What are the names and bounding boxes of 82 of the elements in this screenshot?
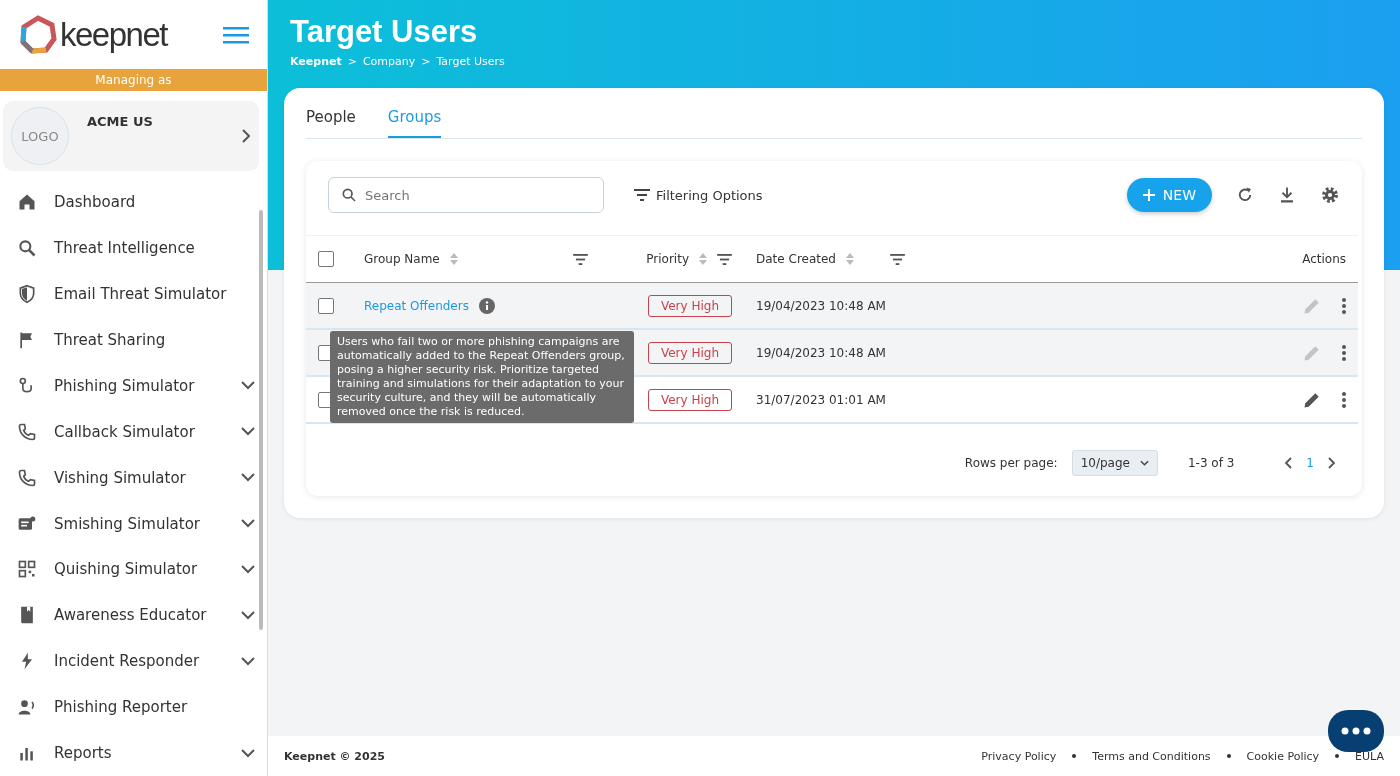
chevron-down-icon	[241, 473, 255, 483]
nav-item[interactable]: Threat Intelligence	[0, 225, 255, 272]
priority-badge: Very High	[647, 294, 732, 317]
nav-item[interactable]: Phishing Reporter	[0, 684, 255, 731]
chevron-down-icon	[241, 610, 255, 620]
column-header[interactable]: Date Created	[756, 252, 836, 266]
column-header[interactable]: Priority	[646, 252, 689, 266]
chevron-down-icon	[241, 656, 255, 666]
column-header[interactable]: Group Name	[364, 252, 440, 266]
tooltip: Users who fail two or more phishing campaigns are automatically added to the Repeat Offenders group, posing a higher security risk. Prioritize targeted training and simulations for their adaptation to your security culture, and they will be automatically removed once the risk is reduced.	[330, 331, 634, 423]
person-icon	[17, 697, 37, 718]
more-icon[interactable]	[1342, 344, 1346, 361]
info-icon[interactable]	[478, 297, 495, 314]
search-field[interactable]: Search	[328, 177, 604, 213]
nav-item[interactable]: Smishing Simulator	[0, 500, 255, 547]
refresh-icon[interactable]	[1236, 186, 1254, 204]
nav-item[interactable]: Callback Simulator	[0, 408, 255, 455]
more-icon[interactable]	[1342, 297, 1346, 314]
managing-banner: Managing as	[0, 69, 267, 92]
row-checkbox[interactable]	[318, 297, 334, 314]
nav-item[interactable]: Phishing Simulator	[0, 363, 255, 409]
footer-link[interactable]: Privacy Policy	[981, 749, 1057, 763]
scrollbar[interactable]	[259, 210, 263, 630]
ellipsis-icon	[1341, 727, 1371, 735]
previous-page-icon[interactable]	[1284, 457, 1293, 469]
phone-icon	[17, 421, 37, 442]
filter-icon[interactable]	[573, 253, 588, 265]
qr-code-icon	[17, 559, 37, 580]
footer-link[interactable]: Terms and Conditions	[1092, 749, 1211, 763]
chevron-down-icon	[241, 519, 255, 529]
magnifier-icon	[17, 238, 37, 259]
nav-item[interactable]: Threat Sharing	[0, 317, 255, 363]
chevron-down-icon	[241, 381, 255, 391]
next-page-icon[interactable]	[1328, 457, 1336, 469]
account-name: ACME US	[87, 113, 154, 129]
breadcrumb-separator: >	[421, 55, 431, 68]
page-size-select[interactable]: 10/page	[1071, 450, 1158, 476]
table-cell: 31/07/2023 01:01 AM	[756, 392, 886, 407]
table-cell: 19/04/2023 10:48 AM	[756, 345, 886, 360]
chevron-right-icon	[241, 129, 251, 144]
chevron-down-icon	[241, 565, 255, 574]
nav-item[interactable]: Quishing Simulator	[0, 546, 255, 593]
footer-link[interactable]: Cookie Policy	[1246, 749, 1320, 763]
nav-item[interactable]: Awareness Educator	[0, 592, 255, 639]
account-card[interactable]: LOGO ACME US	[3, 101, 259, 172]
chat-button[interactable]	[1328, 710, 1384, 752]
filter-icon[interactable]	[717, 253, 732, 265]
filter-button[interactable]: Filtering Options	[628, 186, 769, 204]
nav-item[interactable]: Dashboard	[0, 179, 255, 226]
nav-item[interactable]: Vishing Simulator	[0, 454, 255, 501]
logo-icon	[18, 14, 58, 55]
tab[interactable]: People	[306, 102, 356, 138]
chevron-down-icon	[241, 748, 255, 758]
settings-icon[interactable]	[1320, 185, 1340, 205]
nav-item[interactable]: Reports	[0, 730, 255, 776]
shield-icon	[17, 284, 37, 305]
table-cell: 19/04/2023 10:48 AM	[756, 298, 886, 313]
breadcrumb-separator: >	[347, 55, 357, 68]
caret-icon	[1139, 460, 1149, 466]
select-all-checkbox[interactable]	[318, 251, 334, 267]
page-range: 1-3 of 3	[1187, 456, 1235, 470]
more-icon[interactable]	[1342, 391, 1346, 408]
footer-link[interactable]: EULA	[1355, 749, 1384, 763]
chevron-down-icon	[241, 427, 255, 437]
nav-item[interactable]: Email Threat Simulator	[0, 271, 255, 318]
priority-badge: Very High	[647, 388, 732, 411]
filter-icon	[634, 189, 650, 201]
page-title: Target Users	[290, 14, 479, 50]
download-icon[interactable]	[1278, 186, 1296, 204]
nav-item[interactable]: Incident Responder	[0, 638, 255, 685]
plus-icon	[1142, 189, 1155, 201]
priority-badge: Very High	[647, 341, 732, 364]
search-icon	[341, 187, 357, 203]
menu-icon[interactable]	[223, 25, 249, 44]
filter-icon[interactable]	[890, 253, 905, 265]
home-icon	[17, 192, 37, 213]
phone-icon	[17, 467, 37, 488]
column-header: Actions	[1302, 252, 1346, 266]
account-logo: LOGO	[11, 107, 69, 166]
rows-per-page-label: Rows per page:	[964, 456, 1058, 470]
copyright-text: Keepnet © 2025	[284, 749, 386, 763]
logo-text: keepnet	[60, 15, 167, 54]
